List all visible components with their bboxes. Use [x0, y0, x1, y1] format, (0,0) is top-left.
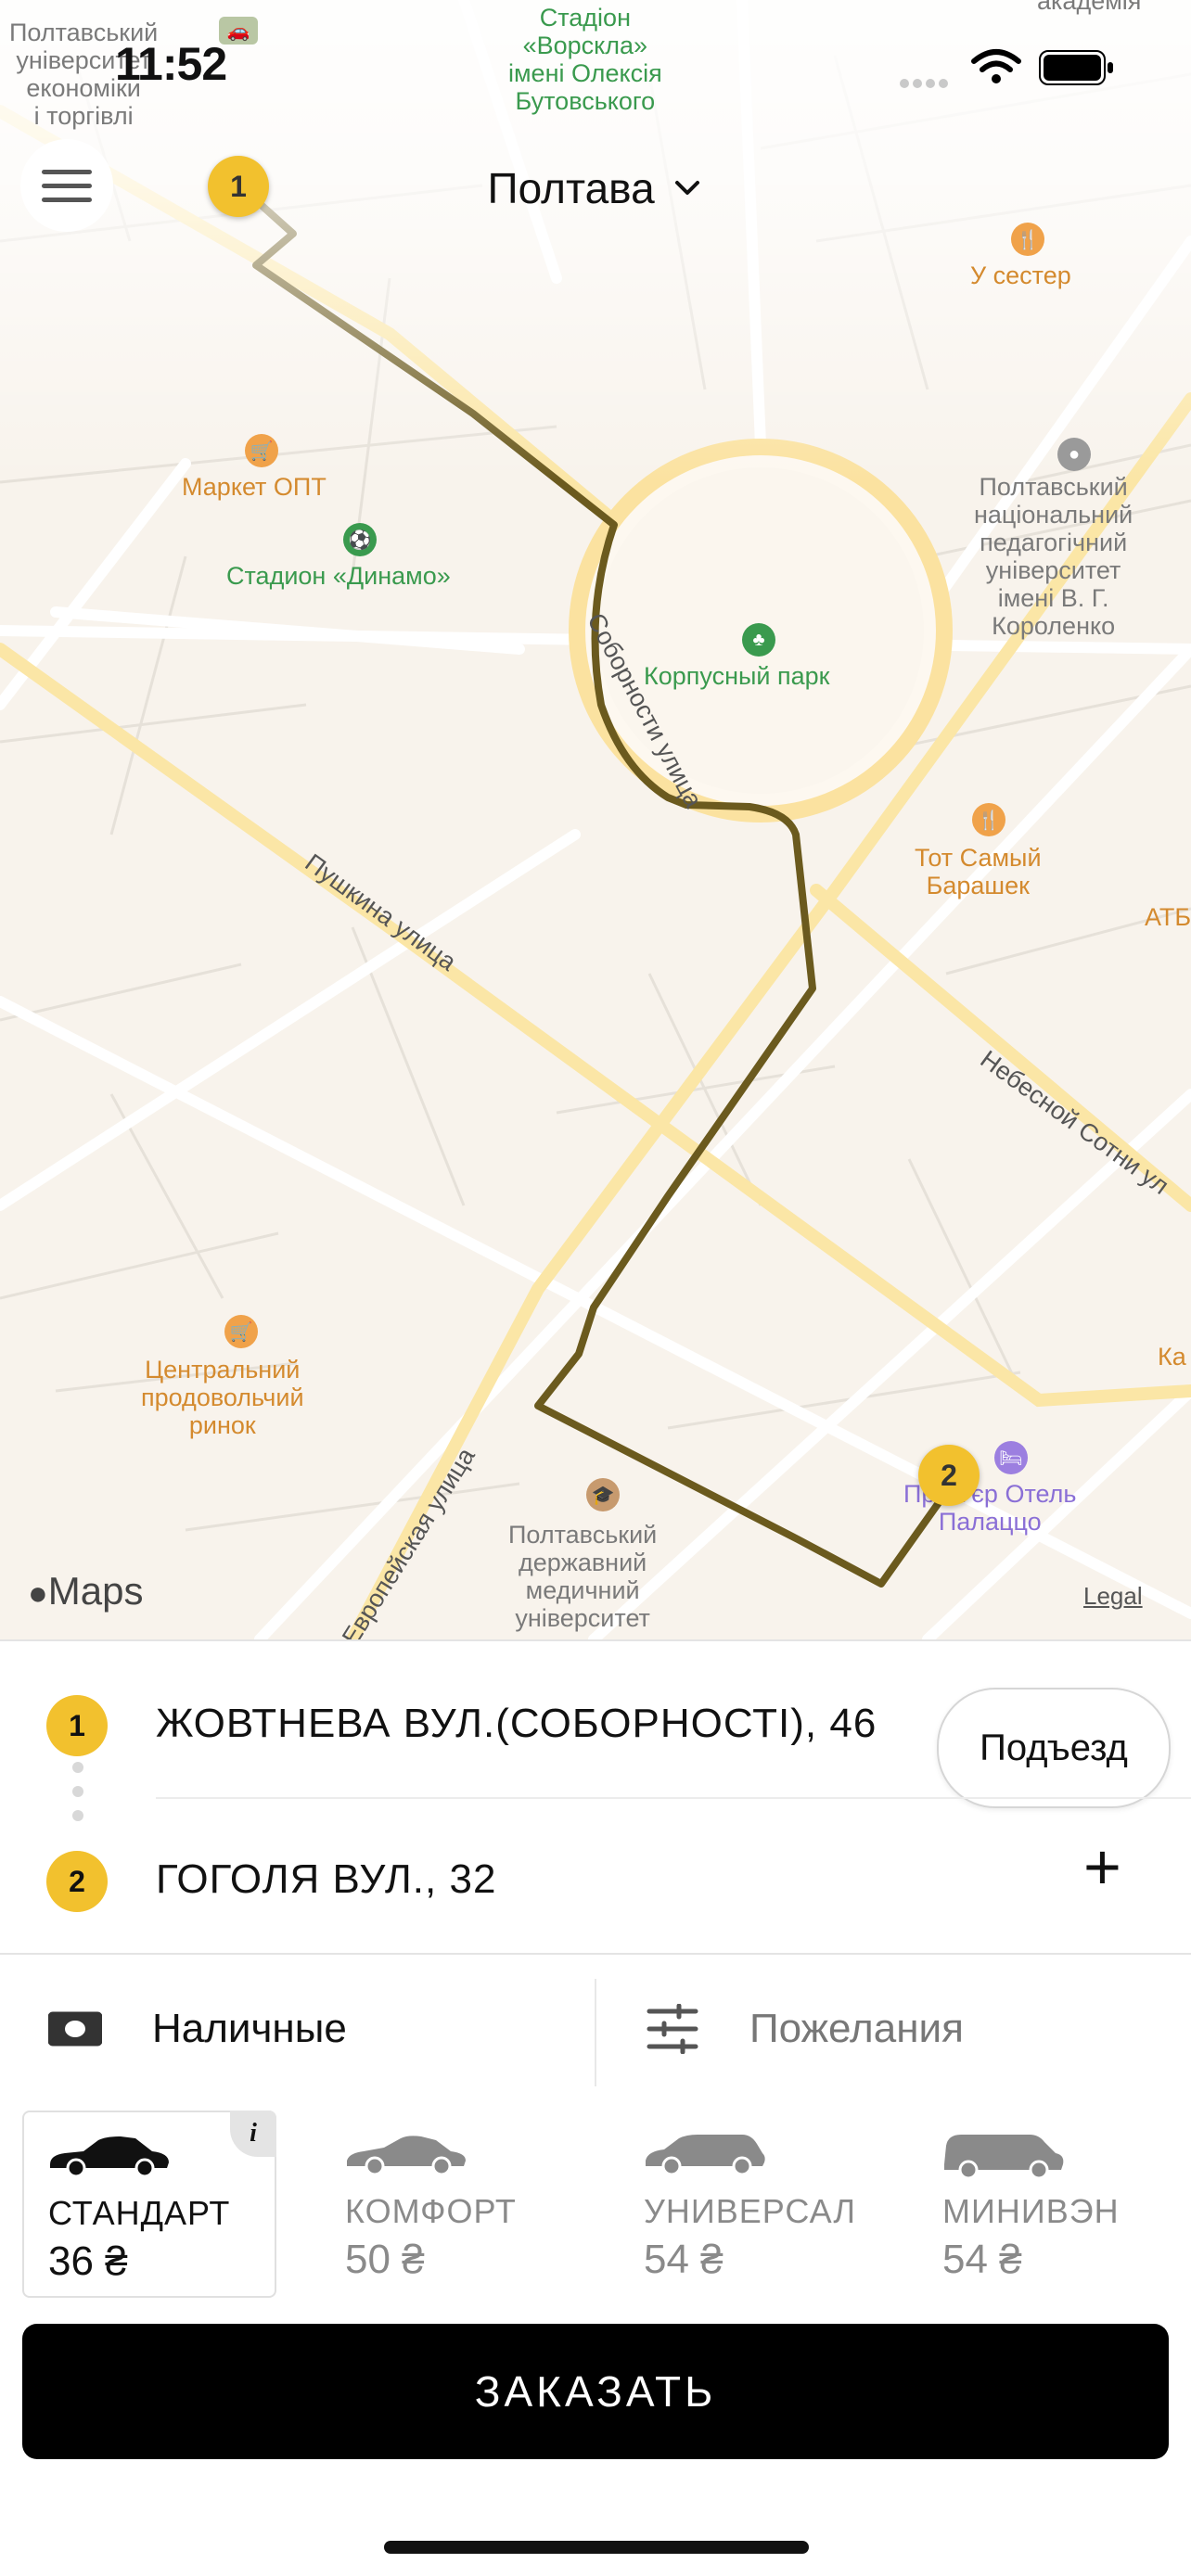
route-connector-dot	[72, 1762, 83, 1773]
tariff-name: МИНИВЭН	[942, 2192, 1120, 2230]
restaurant-icon: 🍴	[972, 803, 1005, 836]
map-label-tot-samy-barashek: Тот Самый Барашек	[915, 844, 1042, 899]
chevron-down-icon	[675, 180, 700, 195]
map-label-u-sester: У сестер	[970, 261, 1071, 289]
map-label-atb: АТБ	[1145, 903, 1191, 931]
options-divider	[595, 1979, 596, 2086]
legal-link[interactable]: Legal	[1083, 1582, 1143, 1611]
pickup-address: ЖОВТНЕВА ВУЛ.(СОБОРНОСТІ), 46	[156, 1701, 877, 1746]
comfort-car-icon	[347, 2136, 466, 2175]
address-row-destination[interactable]: 2 ГОГОЛЯ ВУЛ., 32	[0, 1797, 1191, 1945]
city-selector[interactable]: Полтава	[0, 159, 1191, 213]
order-options: Наличные Пожелания	[0, 1953, 1191, 2103]
status-time: 11:52	[115, 38, 227, 90]
tariff-universal[interactable]: УНИВЕРСАЛ 54 ₴	[620, 2111, 870, 2294]
market-icon: 🛒	[245, 434, 278, 467]
add-stop-button[interactable]: +	[1083, 1834, 1121, 1899]
tariff-price: 50 ₴	[345, 2237, 425, 2282]
map-label-ka: Ка	[1158, 1343, 1186, 1371]
payment-method-label: Наличные	[152, 2006, 347, 2051]
tariff-selector: СТАНДАРТ 36 ₴ i КОМФОРТ 50 ₴ УНИВЕРСАЛ 5…	[0, 2105, 1191, 2300]
route-pin-destination[interactable]: 2	[918, 1445, 980, 1506]
restaurant-icon: 🍴	[1011, 223, 1044, 256]
order-button[interactable]: ЗАКАЗАТЬ	[22, 2324, 1169, 2459]
preferences-label: Пожелания	[749, 2006, 964, 2051]
address-index-badge: 2	[46, 1851, 108, 1912]
entrance-button[interactable]: Подъезд	[937, 1688, 1171, 1808]
map-label-korpusny-park: Корпусный парк	[644, 662, 830, 690]
address-panel: 1 ЖОВТНЕВА ВУЛ.(СОБОРНОСТІ), 46 Подъезд …	[0, 1639, 1191, 1955]
payment-method-button[interactable]: Наличные	[48, 1955, 347, 2103]
tariff-name: УНИВЕРСАЛ	[644, 2192, 857, 2230]
minivan-icon	[944, 2135, 1064, 2179]
tariff-price: 54 ₴	[942, 2237, 1022, 2282]
map-label-academy: академія	[1037, 0, 1142, 15]
tariff-price: 36 ₴	[48, 2238, 128, 2284]
university-icon: ●	[1057, 438, 1091, 471]
preferences-button[interactable]: Пожелания	[646, 1955, 964, 2103]
city-name: Полтава	[487, 163, 655, 212]
wagon-car-icon	[646, 2135, 765, 2175]
tariff-price: 54 ₴	[644, 2237, 724, 2282]
tariff-standard[interactable]: СТАНДАРТ 36 ₴ i	[22, 2111, 276, 2298]
map-label-stadium-dynamo: Стадион «Динамо»	[226, 562, 451, 590]
stadium-icon: ⚽	[343, 523, 377, 556]
hotel-icon: 🛏	[994, 1441, 1028, 1474]
maps-attribution: ●Maps	[28, 1569, 144, 1613]
map-label-market-opt: Маркет ОПТ	[182, 473, 327, 501]
tariff-comfort[interactable]: КОМФОРТ 50 ₴	[321, 2111, 571, 2294]
address-index-badge: 1	[46, 1695, 108, 1756]
sedan-car-icon	[50, 2136, 169, 2177]
sliders-icon	[647, 2004, 698, 2054]
tariff-name: КОМФОРТ	[345, 2192, 517, 2230]
battery-icon	[1039, 50, 1113, 85]
university-icon: 🎓	[586, 1478, 620, 1511]
park-icon: ♣	[742, 623, 775, 657]
apple-logo-icon: ●	[28, 1574, 48, 1612]
map-label-pedagogical-university: Полтавський національний педагогічний ун…	[974, 473, 1133, 640]
tariff-minivan[interactable]: МИНИВЭН 54 ₴	[918, 2111, 1169, 2294]
map-view[interactable]: 🛒 ⚽ ♣ 🍴 🍴 ● 🛒 🎓 🛏 🚗 Полтавський універси…	[0, 0, 1191, 1639]
route-connector-dot	[72, 1786, 83, 1797]
signal-icon	[900, 76, 952, 93]
wifi-icon	[971, 49, 1021, 83]
map-label-stadium-vorskla: Стадіон «Ворскла» імені Олексія Бутовськ…	[508, 4, 662, 115]
info-icon[interactable]: i	[230, 2111, 276, 2157]
cash-icon	[48, 2011, 102, 2047]
map-label-central-market: Центральний продовольчий ринок	[141, 1356, 304, 1439]
home-indicator[interactable]	[384, 2541, 809, 2554]
map-label-medical-university: Полтавський державний медичний університ…	[508, 1521, 658, 1632]
tariff-name: СТАНДАРТ	[48, 2194, 231, 2232]
market-icon: 🛒	[224, 1315, 258, 1348]
destination-address: ГОГОЛЯ ВУЛ., 32	[156, 1856, 497, 1902]
